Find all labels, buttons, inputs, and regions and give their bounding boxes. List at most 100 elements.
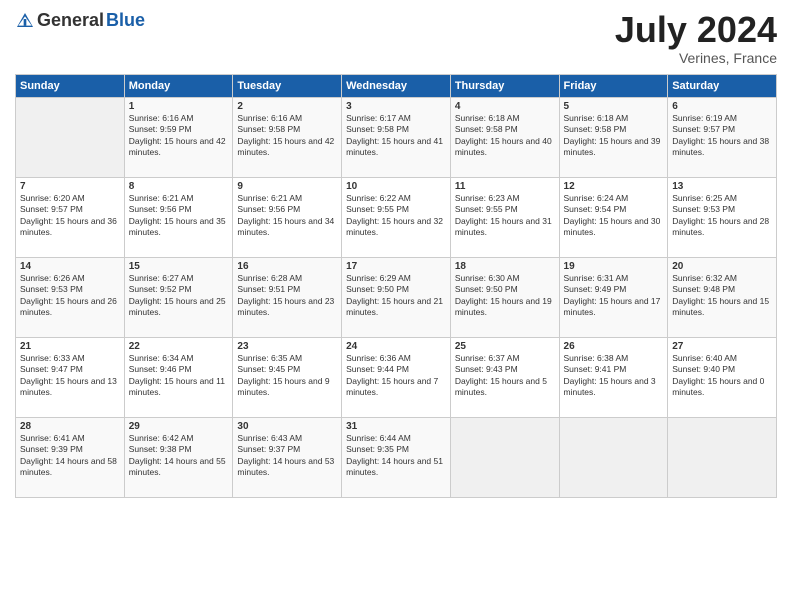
calendar-cell: 8Sunrise: 6:21 AMSunset: 9:56 PMDaylight…: [124, 177, 233, 257]
calendar-cell: 7Sunrise: 6:20 AMSunset: 9:57 PMDaylight…: [16, 177, 125, 257]
day-header-saturday: Saturday: [668, 74, 777, 97]
calendar-cell: 26Sunrise: 6:38 AMSunset: 9:41 PMDayligh…: [559, 337, 668, 417]
day-number: 11: [455, 181, 555, 192]
calendar-table: SundayMondayTuesdayWednesdayThursdayFrid…: [15, 74, 777, 498]
cell-details: Sunrise: 6:43 AMSunset: 9:37 PMDaylight:…: [237, 433, 337, 479]
calendar-cell: [668, 417, 777, 497]
day-number: 7: [20, 181, 120, 192]
calendar-cell: [450, 417, 559, 497]
day-number: 31: [346, 421, 446, 432]
calendar-cell: 5Sunrise: 6:18 AMSunset: 9:58 PMDaylight…: [559, 97, 668, 177]
week-row-5: 28Sunrise: 6:41 AMSunset: 9:39 PMDayligh…: [16, 417, 777, 497]
cell-details: Sunrise: 6:26 AMSunset: 9:53 PMDaylight:…: [20, 273, 120, 319]
day-number: 12: [564, 181, 664, 192]
day-number: 4: [455, 101, 555, 112]
day-number: 29: [129, 421, 229, 432]
cell-details: Sunrise: 6:30 AMSunset: 9:50 PMDaylight:…: [455, 273, 555, 319]
calendar-cell: 29Sunrise: 6:42 AMSunset: 9:38 PMDayligh…: [124, 417, 233, 497]
header: General Blue July 2024 Verines, France: [15, 10, 777, 66]
calendar-cell: 23Sunrise: 6:35 AMSunset: 9:45 PMDayligh…: [233, 337, 342, 417]
week-row-3: 14Sunrise: 6:26 AMSunset: 9:53 PMDayligh…: [16, 257, 777, 337]
day-number: 26: [564, 341, 664, 352]
day-number: 24: [346, 341, 446, 352]
cell-details: Sunrise: 6:37 AMSunset: 9:43 PMDaylight:…: [455, 353, 555, 399]
day-number: 5: [564, 101, 664, 112]
cell-details: Sunrise: 6:44 AMSunset: 9:35 PMDaylight:…: [346, 433, 446, 479]
calendar-cell: 17Sunrise: 6:29 AMSunset: 9:50 PMDayligh…: [342, 257, 451, 337]
calendar-cell: [559, 417, 668, 497]
cell-details: Sunrise: 6:42 AMSunset: 9:38 PMDaylight:…: [129, 433, 229, 479]
calendar-cell: 19Sunrise: 6:31 AMSunset: 9:49 PMDayligh…: [559, 257, 668, 337]
calendar-cell: 4Sunrise: 6:18 AMSunset: 9:58 PMDaylight…: [450, 97, 559, 177]
calendar-cell: 27Sunrise: 6:40 AMSunset: 9:40 PMDayligh…: [668, 337, 777, 417]
day-header-tuesday: Tuesday: [233, 74, 342, 97]
cell-details: Sunrise: 6:22 AMSunset: 9:55 PMDaylight:…: [346, 193, 446, 239]
week-row-4: 21Sunrise: 6:33 AMSunset: 9:47 PMDayligh…: [16, 337, 777, 417]
page: General Blue July 2024 Verines, France S…: [0, 0, 792, 612]
calendar-cell: 24Sunrise: 6:36 AMSunset: 9:44 PMDayligh…: [342, 337, 451, 417]
day-number: 28: [20, 421, 120, 432]
logo-general: General: [37, 10, 104, 31]
cell-details: Sunrise: 6:41 AMSunset: 9:39 PMDaylight:…: [20, 433, 120, 479]
day-number: 16: [237, 261, 337, 272]
day-header-thursday: Thursday: [450, 74, 559, 97]
title-area: July 2024 Verines, France: [615, 10, 777, 66]
day-header-monday: Monday: [124, 74, 233, 97]
calendar-cell: 22Sunrise: 6:34 AMSunset: 9:46 PMDayligh…: [124, 337, 233, 417]
cell-details: Sunrise: 6:18 AMSunset: 9:58 PMDaylight:…: [564, 113, 664, 159]
logo-icon: [15, 11, 35, 31]
calendar-cell: [16, 97, 125, 177]
calendar-cell: 12Sunrise: 6:24 AMSunset: 9:54 PMDayligh…: [559, 177, 668, 257]
day-number: 1: [129, 101, 229, 112]
cell-details: Sunrise: 6:24 AMSunset: 9:54 PMDaylight:…: [564, 193, 664, 239]
day-number: 19: [564, 261, 664, 272]
cell-details: Sunrise: 6:18 AMSunset: 9:58 PMDaylight:…: [455, 113, 555, 159]
day-number: 6: [672, 101, 772, 112]
calendar-cell: 3Sunrise: 6:17 AMSunset: 9:58 PMDaylight…: [342, 97, 451, 177]
cell-details: Sunrise: 6:32 AMSunset: 9:48 PMDaylight:…: [672, 273, 772, 319]
calendar-cell: 13Sunrise: 6:25 AMSunset: 9:53 PMDayligh…: [668, 177, 777, 257]
calendar-cell: 21Sunrise: 6:33 AMSunset: 9:47 PMDayligh…: [16, 337, 125, 417]
day-number: 17: [346, 261, 446, 272]
cell-details: Sunrise: 6:36 AMSunset: 9:44 PMDaylight:…: [346, 353, 446, 399]
calendar-cell: 11Sunrise: 6:23 AMSunset: 9:55 PMDayligh…: [450, 177, 559, 257]
logo-blue: Blue: [106, 10, 145, 31]
cell-details: Sunrise: 6:29 AMSunset: 9:50 PMDaylight:…: [346, 273, 446, 319]
month-title: July 2024: [615, 10, 777, 50]
day-number: 13: [672, 181, 772, 192]
day-number: 21: [20, 341, 120, 352]
week-row-1: 1Sunrise: 6:16 AMSunset: 9:59 PMDaylight…: [16, 97, 777, 177]
cell-details: Sunrise: 6:25 AMSunset: 9:53 PMDaylight:…: [672, 193, 772, 239]
cell-details: Sunrise: 6:19 AMSunset: 9:57 PMDaylight:…: [672, 113, 772, 159]
cell-details: Sunrise: 6:23 AMSunset: 9:55 PMDaylight:…: [455, 193, 555, 239]
cell-details: Sunrise: 6:16 AMSunset: 9:58 PMDaylight:…: [237, 113, 337, 159]
cell-details: Sunrise: 6:21 AMSunset: 9:56 PMDaylight:…: [237, 193, 337, 239]
cell-details: Sunrise: 6:17 AMSunset: 9:58 PMDaylight:…: [346, 113, 446, 159]
day-header-sunday: Sunday: [16, 74, 125, 97]
calendar-cell: 20Sunrise: 6:32 AMSunset: 9:48 PMDayligh…: [668, 257, 777, 337]
day-number: 18: [455, 261, 555, 272]
cell-details: Sunrise: 6:35 AMSunset: 9:45 PMDaylight:…: [237, 353, 337, 399]
day-number: 30: [237, 421, 337, 432]
day-number: 15: [129, 261, 229, 272]
day-number: 25: [455, 341, 555, 352]
cell-details: Sunrise: 6:33 AMSunset: 9:47 PMDaylight:…: [20, 353, 120, 399]
cell-details: Sunrise: 6:40 AMSunset: 9:40 PMDaylight:…: [672, 353, 772, 399]
day-number: 27: [672, 341, 772, 352]
cell-details: Sunrise: 6:28 AMSunset: 9:51 PMDaylight:…: [237, 273, 337, 319]
calendar-cell: 15Sunrise: 6:27 AMSunset: 9:52 PMDayligh…: [124, 257, 233, 337]
cell-details: Sunrise: 6:27 AMSunset: 9:52 PMDaylight:…: [129, 273, 229, 319]
calendar-cell: 10Sunrise: 6:22 AMSunset: 9:55 PMDayligh…: [342, 177, 451, 257]
calendar-cell: 31Sunrise: 6:44 AMSunset: 9:35 PMDayligh…: [342, 417, 451, 497]
day-header-friday: Friday: [559, 74, 668, 97]
calendar-cell: 1Sunrise: 6:16 AMSunset: 9:59 PMDaylight…: [124, 97, 233, 177]
calendar-cell: 25Sunrise: 6:37 AMSunset: 9:43 PMDayligh…: [450, 337, 559, 417]
day-number: 3: [346, 101, 446, 112]
calendar-cell: 28Sunrise: 6:41 AMSunset: 9:39 PMDayligh…: [16, 417, 125, 497]
day-number: 20: [672, 261, 772, 272]
week-row-2: 7Sunrise: 6:20 AMSunset: 9:57 PMDaylight…: [16, 177, 777, 257]
logo-text: General Blue: [15, 10, 145, 31]
cell-details: Sunrise: 6:34 AMSunset: 9:46 PMDaylight:…: [129, 353, 229, 399]
cell-details: Sunrise: 6:20 AMSunset: 9:57 PMDaylight:…: [20, 193, 120, 239]
calendar-cell: 30Sunrise: 6:43 AMSunset: 9:37 PMDayligh…: [233, 417, 342, 497]
